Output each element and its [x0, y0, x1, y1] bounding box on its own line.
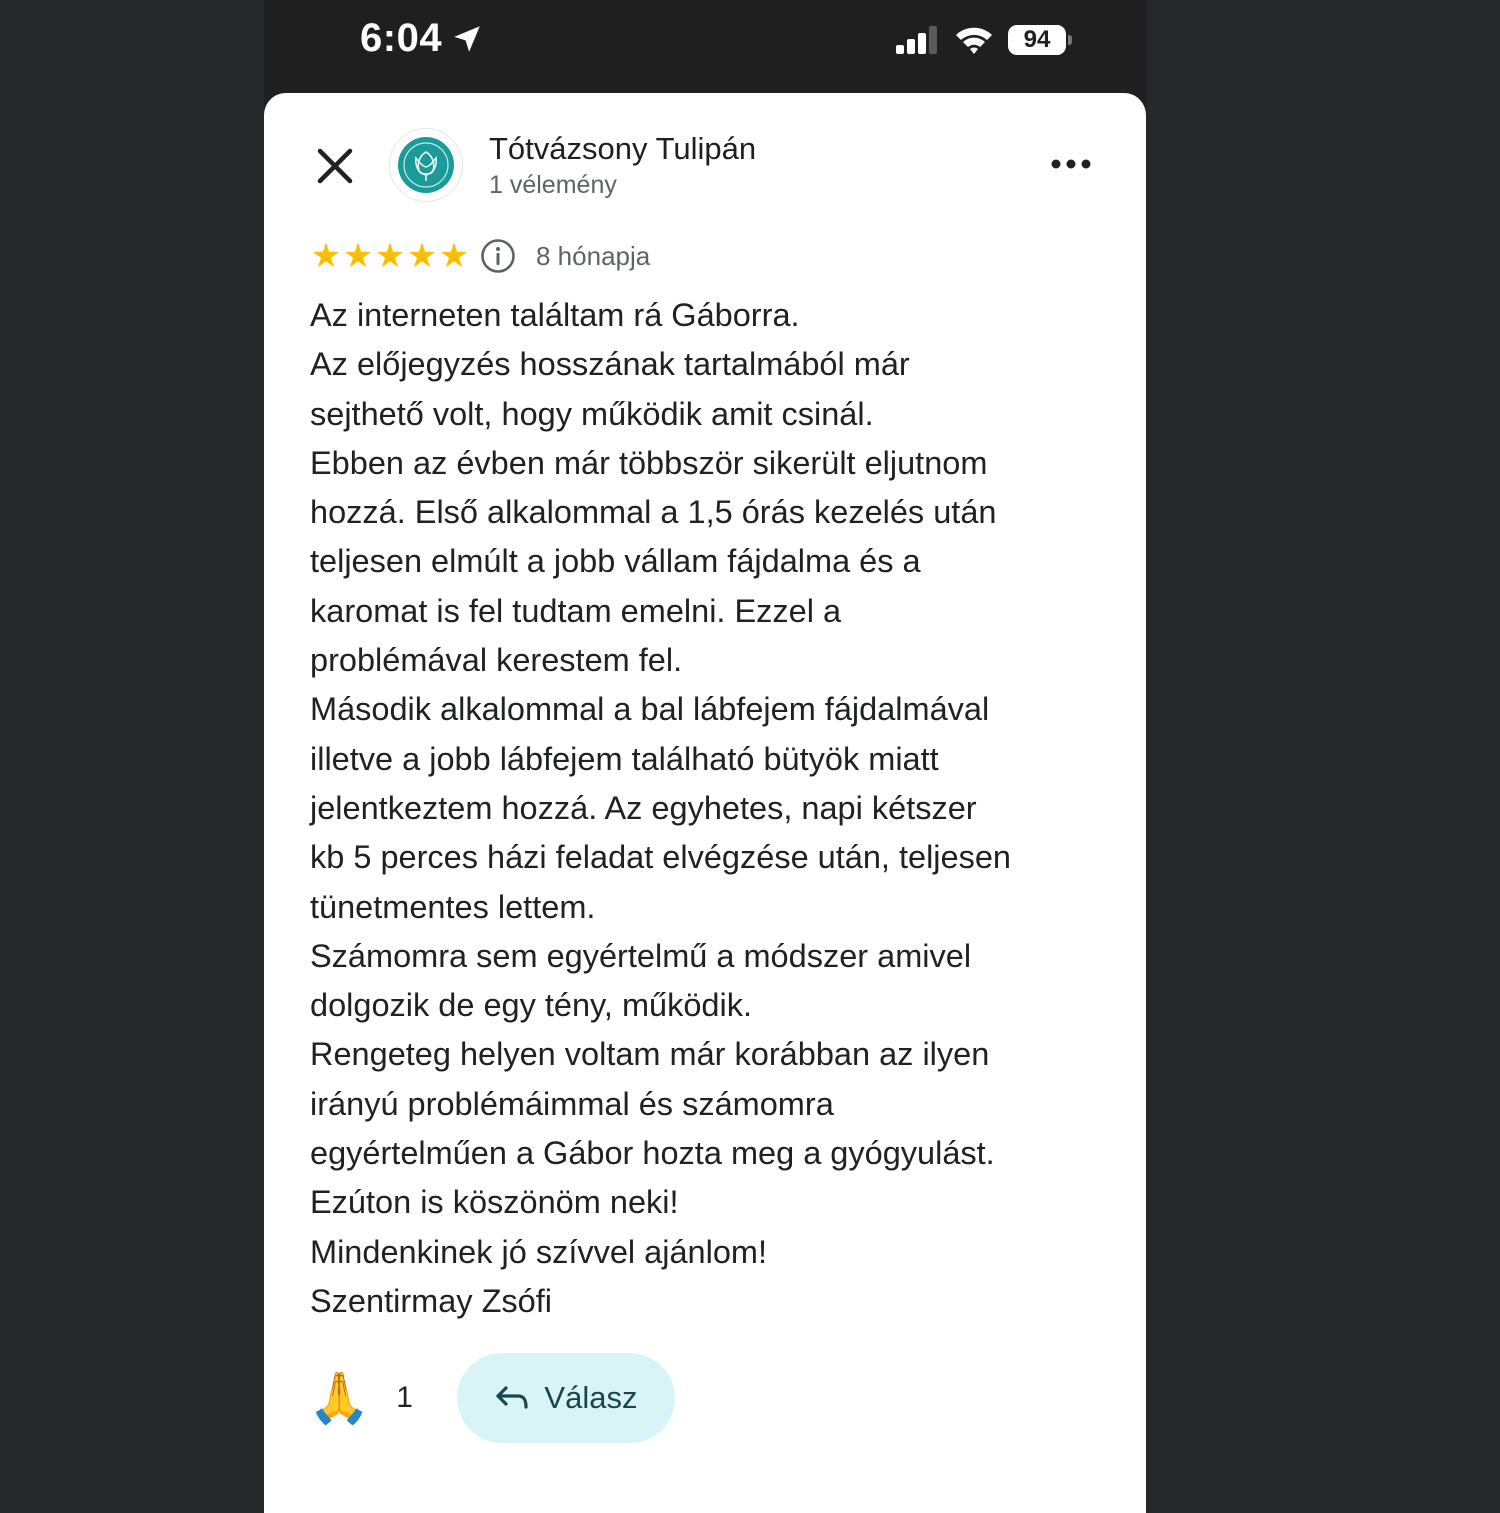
- place-name[interactable]: Tótvázsony Tulipán: [489, 131, 756, 167]
- review-line: Számomra sem egyértelmű a módszer amivel: [310, 937, 972, 974]
- phone-screen: 6:04 94 Tótvázsony Tulipán 1 vélemény ★ …: [264, 0, 1146, 1513]
- review-line: Szentirmay Zsófi: [310, 1282, 553, 1319]
- star-icon: ★: [406, 237, 438, 275]
- tulip-logo-icon: [398, 137, 454, 193]
- status-bar: 6:04 94: [264, 0, 1146, 80]
- avatar[interactable]: [389, 128, 463, 202]
- more-options-icon[interactable]: [1050, 149, 1092, 179]
- battery-icon: 94: [1008, 25, 1072, 55]
- praying-hands-icon[interactable]: 🙏: [308, 1373, 370, 1423]
- review-line: teljesen elmúlt a jobb vállam fájdalma é…: [310, 543, 921, 580]
- review-line: illetve a jobb lábfejem található bütyök…: [310, 740, 939, 777]
- review-line: Az interneten találtam rá Gáborra.: [310, 297, 800, 333]
- review-line: hozzá. Első alkalommal a 1,5 órás kezelé…: [310, 494, 997, 531]
- star-icon: ★: [438, 237, 470, 275]
- reaction-count: 1: [396, 1381, 413, 1414]
- review-line: Az előjegyzés hosszának tartalmából már: [310, 346, 910, 383]
- location-arrow-icon: [454, 25, 480, 52]
- review-age: 8 hónapja: [536, 240, 651, 271]
- review-line: sejthető volt, hogy működik amit csinál.: [310, 395, 874, 432]
- wifi-icon: [956, 27, 992, 54]
- info-icon[interactable]: [480, 238, 516, 274]
- review-text: Az interneten találtam rá Gáborra. Az elő…: [310, 291, 1110, 1326]
- review-sheet: Tótvázsony Tulipán 1 vélemény ★ ★ ★ ★ ★ 8 hó…: [264, 93, 1146, 1513]
- reply-button[interactable]: Válasz: [456, 1353, 675, 1443]
- review-line: kb 5 perces házi feladat elvégzése után,…: [310, 839, 1012, 876]
- reply-arrow-icon: [496, 1386, 529, 1409]
- reply-label: Válasz: [544, 1380, 638, 1415]
- time-label: 6:04: [360, 16, 443, 60]
- review-count: 1 vélemény: [489, 171, 617, 199]
- star-icon: ★: [310, 237, 342, 275]
- review-actions: 🙏 1 Válasz: [308, 1353, 675, 1443]
- review-line: egyértelműen a Gábor hozta meg a gyógyul…: [310, 1135, 995, 1172]
- review-line: Ebben az évben már többször sikerült elj…: [310, 444, 988, 481]
- review-line: problémával kerestem fel.: [310, 642, 683, 679]
- review-line: Ezúton is köszönöm neki!: [310, 1184, 679, 1221]
- review-line: karomat is fel tudtam emelni. Ezzel a: [310, 592, 842, 629]
- star-icon: ★: [374, 237, 406, 275]
- status-time: 6:04: [360, 16, 484, 61]
- close-icon[interactable]: [312, 143, 358, 189]
- review-line: Rengeteg helyen voltam már korábban az i…: [310, 1036, 990, 1073]
- review-line: tünetmentes lettem.: [310, 888, 596, 925]
- review-line: Mindenkinek jó szívvel ajánlom!: [310, 1233, 768, 1270]
- review-line: irányú problémáimmal és számomra: [310, 1085, 834, 1122]
- star-rating: ★ ★ ★ ★ ★: [310, 239, 470, 273]
- signal-icon: [896, 26, 937, 54]
- star-icon: ★: [342, 237, 374, 275]
- review-line: dolgozik de egy tény, működik.: [310, 987, 753, 1024]
- battery-level: 94: [1023, 26, 1051, 53]
- review-line: jelentkeztem hozzá. Az egyhetes, napi ké…: [310, 789, 977, 826]
- review-line: Második alkalommal a bal lábfejem fájdal…: [310, 691, 990, 728]
- review-meta: ★ ★ ★ ★ ★ 8 hónapja: [310, 236, 650, 276]
- status-icons: 94: [896, 20, 1072, 60]
